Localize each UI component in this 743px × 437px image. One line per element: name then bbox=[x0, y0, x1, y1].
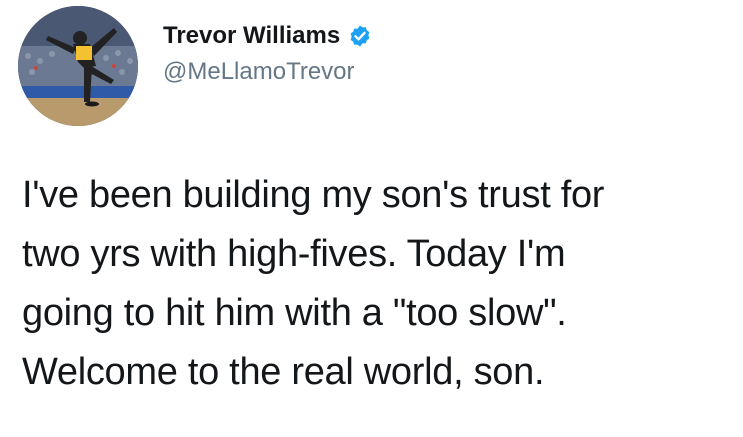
name-row: Trevor Williams bbox=[163, 20, 372, 52]
tweet-text-line: I've been building my son's trust for bbox=[22, 174, 605, 216]
avatar-photo-icon bbox=[18, 6, 138, 126]
tweet-text-line: two yrs with high-fives. Today I'm bbox=[22, 233, 566, 275]
avatar[interactable] bbox=[18, 6, 138, 126]
tweet-header: Trevor Williams @MeLlamoTrevor bbox=[163, 20, 372, 86]
tweet-text-line: going to hit him with a "too slow". bbox=[22, 292, 567, 334]
author-handle[interactable]: @MeLlamoTrevor bbox=[163, 58, 372, 86]
verified-badge-icon bbox=[348, 24, 372, 48]
tweet-card: Trevor Williams @MeLlamoTrevor I've been… bbox=[0, 0, 743, 437]
author-display-name[interactable]: Trevor Williams bbox=[163, 22, 340, 50]
tweet-text: I've been building my son's trust for tw… bbox=[22, 166, 734, 402]
tweet-text-line: Welcome to the real world, son. bbox=[22, 351, 545, 393]
